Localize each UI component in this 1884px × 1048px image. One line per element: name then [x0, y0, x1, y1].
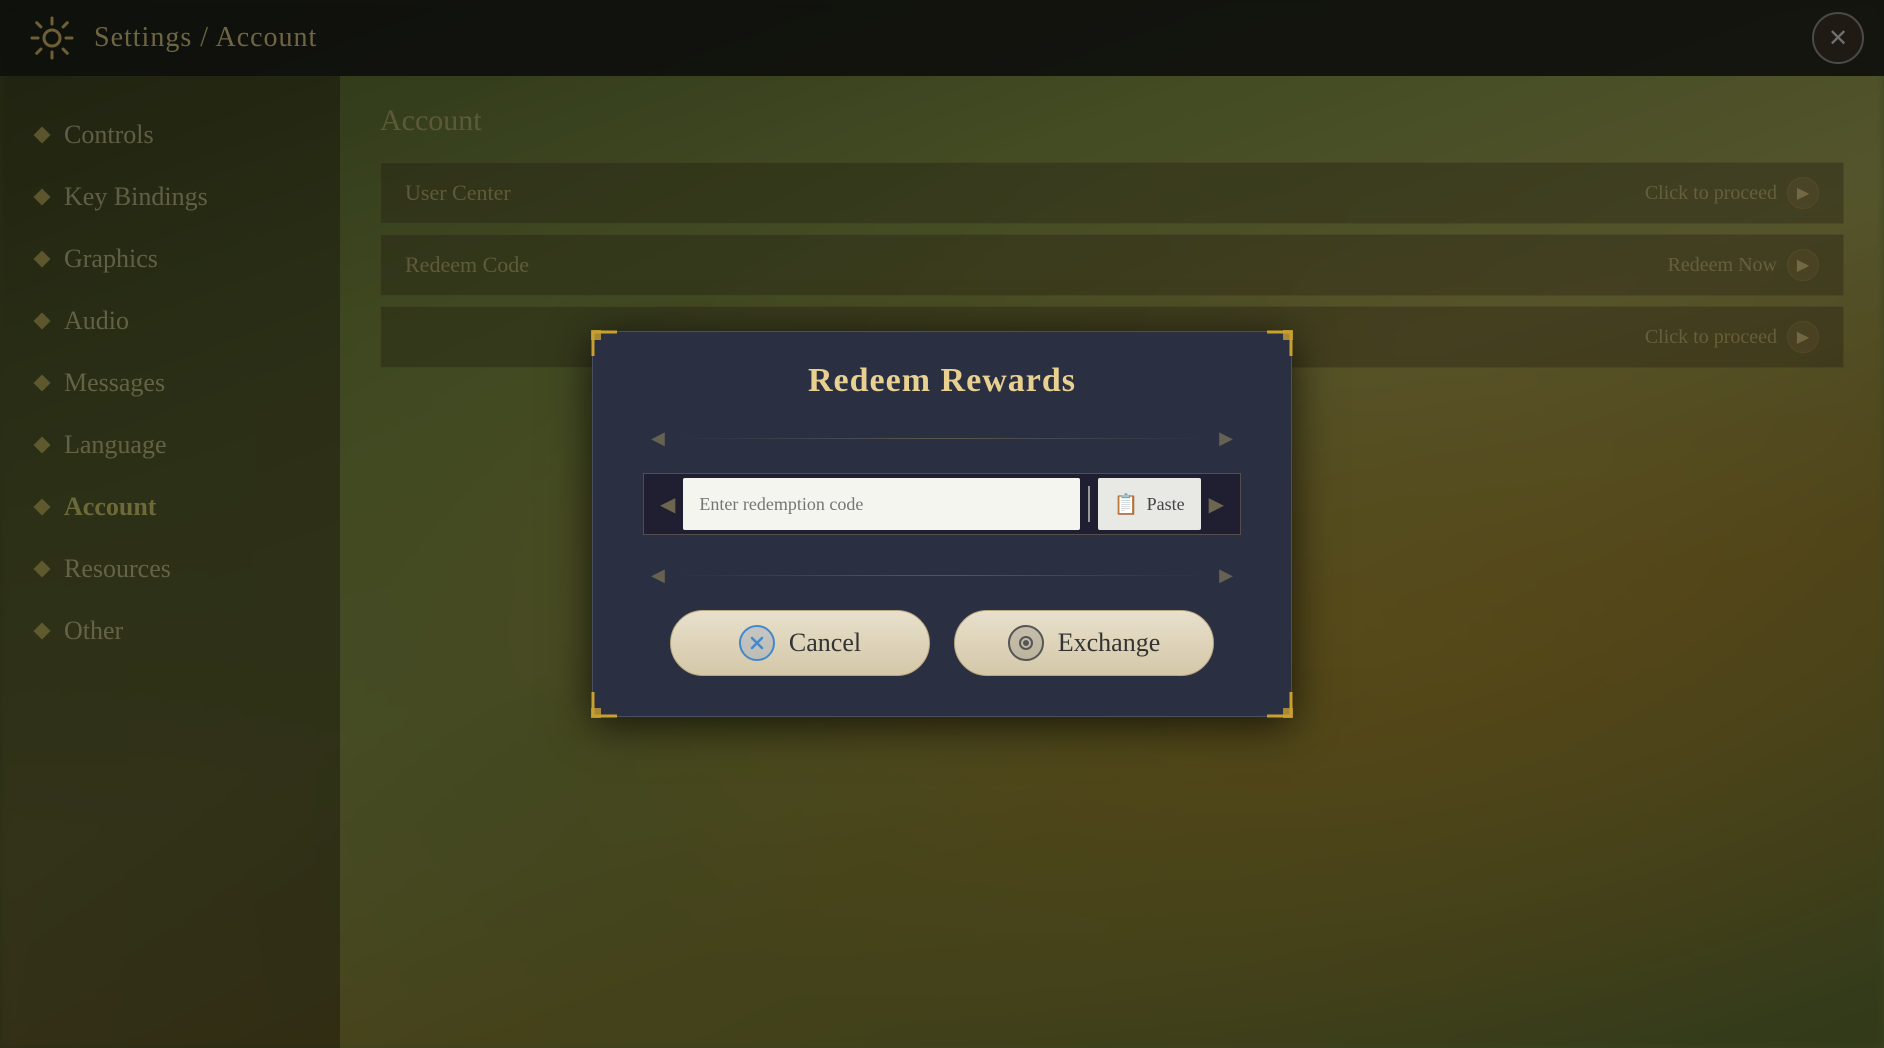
redemption-input-wrapper: ◀ 📋 Paste ▶	[643, 473, 1241, 535]
paste-button[interactable]: 📋 Paste	[1098, 478, 1201, 530]
cancel-button[interactable]: Cancel	[670, 610, 930, 676]
input-divider	[1088, 486, 1090, 522]
bottom-hline: ◀ ▶	[643, 565, 1241, 586]
input-arrow-left-icon: ◀	[652, 492, 683, 517]
exchange-button[interactable]: Exchange	[954, 610, 1214, 676]
corner-br-decoration	[1265, 690, 1293, 718]
exchange-label: Exchange	[1058, 628, 1161, 658]
redemption-code-input[interactable]	[683, 478, 1079, 530]
dialog-title: Redeem Rewards	[643, 362, 1241, 400]
cancel-icon	[739, 625, 775, 661]
clipboard-icon: 📋	[1114, 492, 1139, 517]
paste-label: Paste	[1147, 494, 1185, 515]
dialog-inner: Redeem Rewards ◀ ▶ ◀ 📋 Paste ▶ ◀	[593, 332, 1291, 716]
redeem-dialog: Redeem Rewards ◀ ▶ ◀ 📋 Paste ▶ ◀	[592, 331, 1292, 717]
modal-overlay: Redeem Rewards ◀ ▶ ◀ 📋 Paste ▶ ◀	[0, 0, 1884, 1048]
dialog-buttons: Cancel Exchange	[643, 610, 1241, 676]
corner-tl-decoration	[591, 330, 619, 358]
corner-tr-decoration	[1265, 330, 1293, 358]
cancel-label: Cancel	[789, 628, 861, 658]
top-hline: ◀ ▶	[643, 428, 1241, 449]
corner-bl-decoration	[591, 690, 619, 718]
exchange-icon	[1008, 625, 1044, 661]
input-arrow-right-icon: ▶	[1201, 492, 1232, 517]
